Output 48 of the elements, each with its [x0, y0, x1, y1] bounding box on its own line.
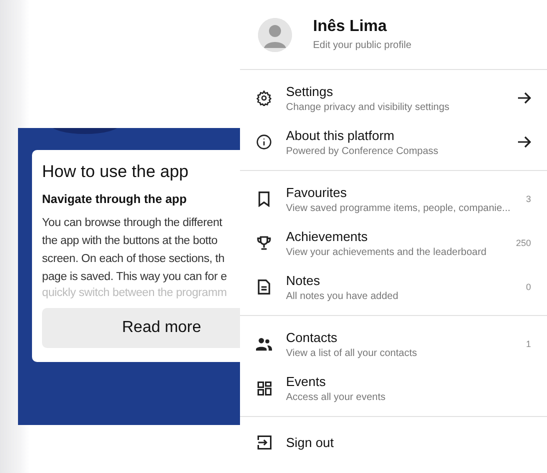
avatar-placeholder[interactable]	[258, 18, 292, 52]
trophy-icon	[256, 235, 272, 251]
menu-item[interactable]: Events Access all your events	[240, 366, 547, 410]
document-icon	[257, 279, 271, 295]
read-more-button[interactable]: Read more	[42, 308, 240, 348]
menu-item[interactable]: Contacts View a list of all your contacts 1	[240, 322, 547, 366]
menu-item[interactable]: Notes All notes you have added 0	[240, 265, 547, 309]
menu-item-title: Notes	[286, 272, 321, 288]
menu-item-title: Favourites	[286, 184, 348, 200]
body-text-line: You can browse through the different	[42, 216, 224, 231]
card-subtitle: Navigate through the app	[42, 192, 188, 206]
body-text-line: quickly switch between the programm	[42, 286, 228, 300]
bookmark-icon	[257, 191, 271, 207]
item-count: 1	[526, 339, 531, 349]
item-count: 0	[526, 282, 531, 292]
menu-item-title: Events	[286, 374, 327, 388]
card-title: How to use the app	[42, 162, 190, 182]
menu-item-description: All notes you have added	[286, 290, 400, 302]
arrow-right-icon	[518, 92, 531, 104]
sign-out-icon	[256, 434, 272, 450]
item-count: 3	[526, 194, 531, 204]
menu-item-title: Sign out	[286, 434, 335, 450]
menu-item[interactable]: Favourites View saved programme items, people, companie... 3	[240, 177, 547, 221]
menu-item[interactable]: Sign out	[240, 423, 547, 461]
menu-item-title: Settings	[286, 84, 334, 98]
people-icon	[256, 337, 272, 351]
menu-item-title: About this platform	[286, 128, 396, 142]
item-count: 250	[516, 238, 531, 248]
body-text-line: the app with the buttons at the botto	[42, 234, 218, 249]
body-text-line: screen. On each of those sections, th	[42, 252, 226, 267]
menu-item-description: View a list of all your contacts	[286, 348, 418, 358]
grid-icon	[256, 380, 272, 396]
menu-item[interactable]: About this platform Powered by Conference Compass	[240, 120, 547, 164]
body-text-line: page is saved. This way you can for e	[42, 270, 228, 285]
menu-item-title: Contacts	[286, 330, 338, 344]
menu-item-title: Achievements	[286, 228, 369, 244]
menu-item[interactable]: Achievements View your achievements and the leaderboard 250	[240, 221, 547, 265]
menu-item-description: Change privacy and visibility settings	[286, 102, 450, 112]
edit-profile-link[interactable]: Edit your public profile	[313, 40, 412, 51]
profile-name: Inês Lima	[313, 18, 388, 36]
info-icon	[256, 134, 272, 150]
menu-item[interactable]: Settings Change privacy and visibility settings	[240, 76, 547, 120]
menu-item-description: Access all your events	[286, 392, 386, 402]
menu-item-description: Powered by Conference Compass	[286, 146, 440, 156]
menu-item-description: View saved programme items, people, companie...	[286, 202, 512, 214]
settings-icon	[256, 90, 272, 106]
menu-item-description: View your achievements and the leaderboard	[286, 246, 488, 258]
arrow-right-icon	[518, 136, 531, 148]
